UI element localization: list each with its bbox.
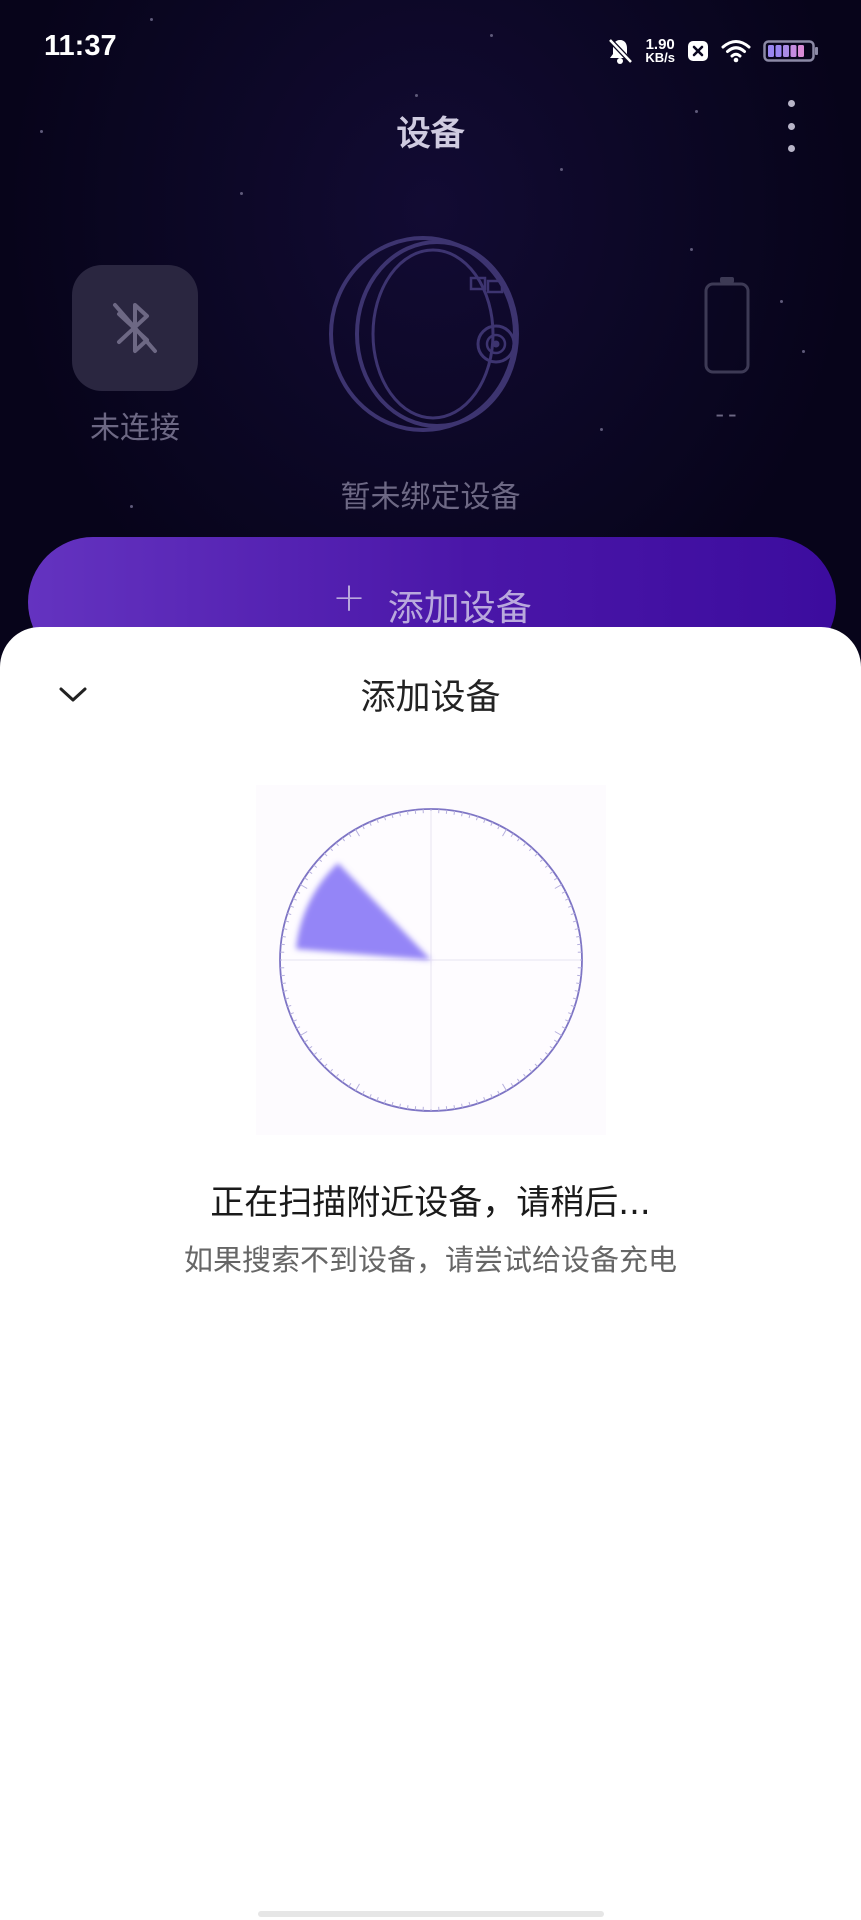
battery-icon xyxy=(763,40,818,62)
radar-scan-animation xyxy=(256,785,606,1135)
battery-level-label: -- xyxy=(715,400,741,428)
star xyxy=(780,300,783,303)
status-bar: 11:37 1.90 KB/s xyxy=(0,0,861,100)
add-device-button-label: 添加设备 xyxy=(387,588,532,629)
close-app-icon xyxy=(688,41,708,61)
radar-tick xyxy=(281,982,286,985)
status-icons: 1.90 KB/s xyxy=(607,34,819,68)
page-title: 设备 xyxy=(396,114,465,154)
radar-svg xyxy=(279,808,583,1112)
star xyxy=(600,428,603,431)
network-speed-unit: KB/s xyxy=(645,50,675,65)
more-vertical-icon[interactable] xyxy=(781,100,801,152)
smart-ring-image xyxy=(329,236,519,432)
radar-tick xyxy=(406,1105,409,1110)
scan-hint: 如果搜索不到设备，请尝试给设备充电 xyxy=(183,1243,677,1277)
scan-status-message: 正在扫描附近设备，请稍后... xyxy=(210,1183,651,1223)
star xyxy=(560,168,563,171)
star xyxy=(802,350,805,353)
radar-tick xyxy=(576,935,581,938)
more-dot xyxy=(787,100,795,107)
radar-tick xyxy=(576,982,581,985)
radar-tick xyxy=(453,1105,456,1110)
more-dot xyxy=(787,122,795,130)
sheet-title: 添加设备 xyxy=(360,678,501,718)
bell-muted-icon xyxy=(608,38,634,64)
radar-tick xyxy=(453,810,456,815)
status-time: 11:37 xyxy=(44,30,117,62)
bluetooth-off-icon xyxy=(113,303,157,353)
star xyxy=(690,248,693,251)
network-speed: 1.90 KB/s xyxy=(645,37,675,65)
home-indicator[interactable] xyxy=(258,1911,604,1917)
wifi-icon xyxy=(721,40,751,63)
battery-empty-icon xyxy=(704,277,750,374)
add-device-sheet: 添加设备 正在扫描附近设备，请稍后... 如果搜索不到设备，请尝试给设备充电 xyxy=(0,627,861,1920)
radar-tick xyxy=(281,935,286,938)
bluetooth-status-label: 未连接 xyxy=(90,411,180,446)
star xyxy=(240,192,243,195)
plus-icon: + xyxy=(332,575,366,621)
radar-tick xyxy=(406,810,409,815)
device-status-label: 暂未绑定设备 xyxy=(340,480,521,515)
more-dot xyxy=(787,145,795,152)
bluetooth-status-tile[interactable] xyxy=(72,265,198,391)
